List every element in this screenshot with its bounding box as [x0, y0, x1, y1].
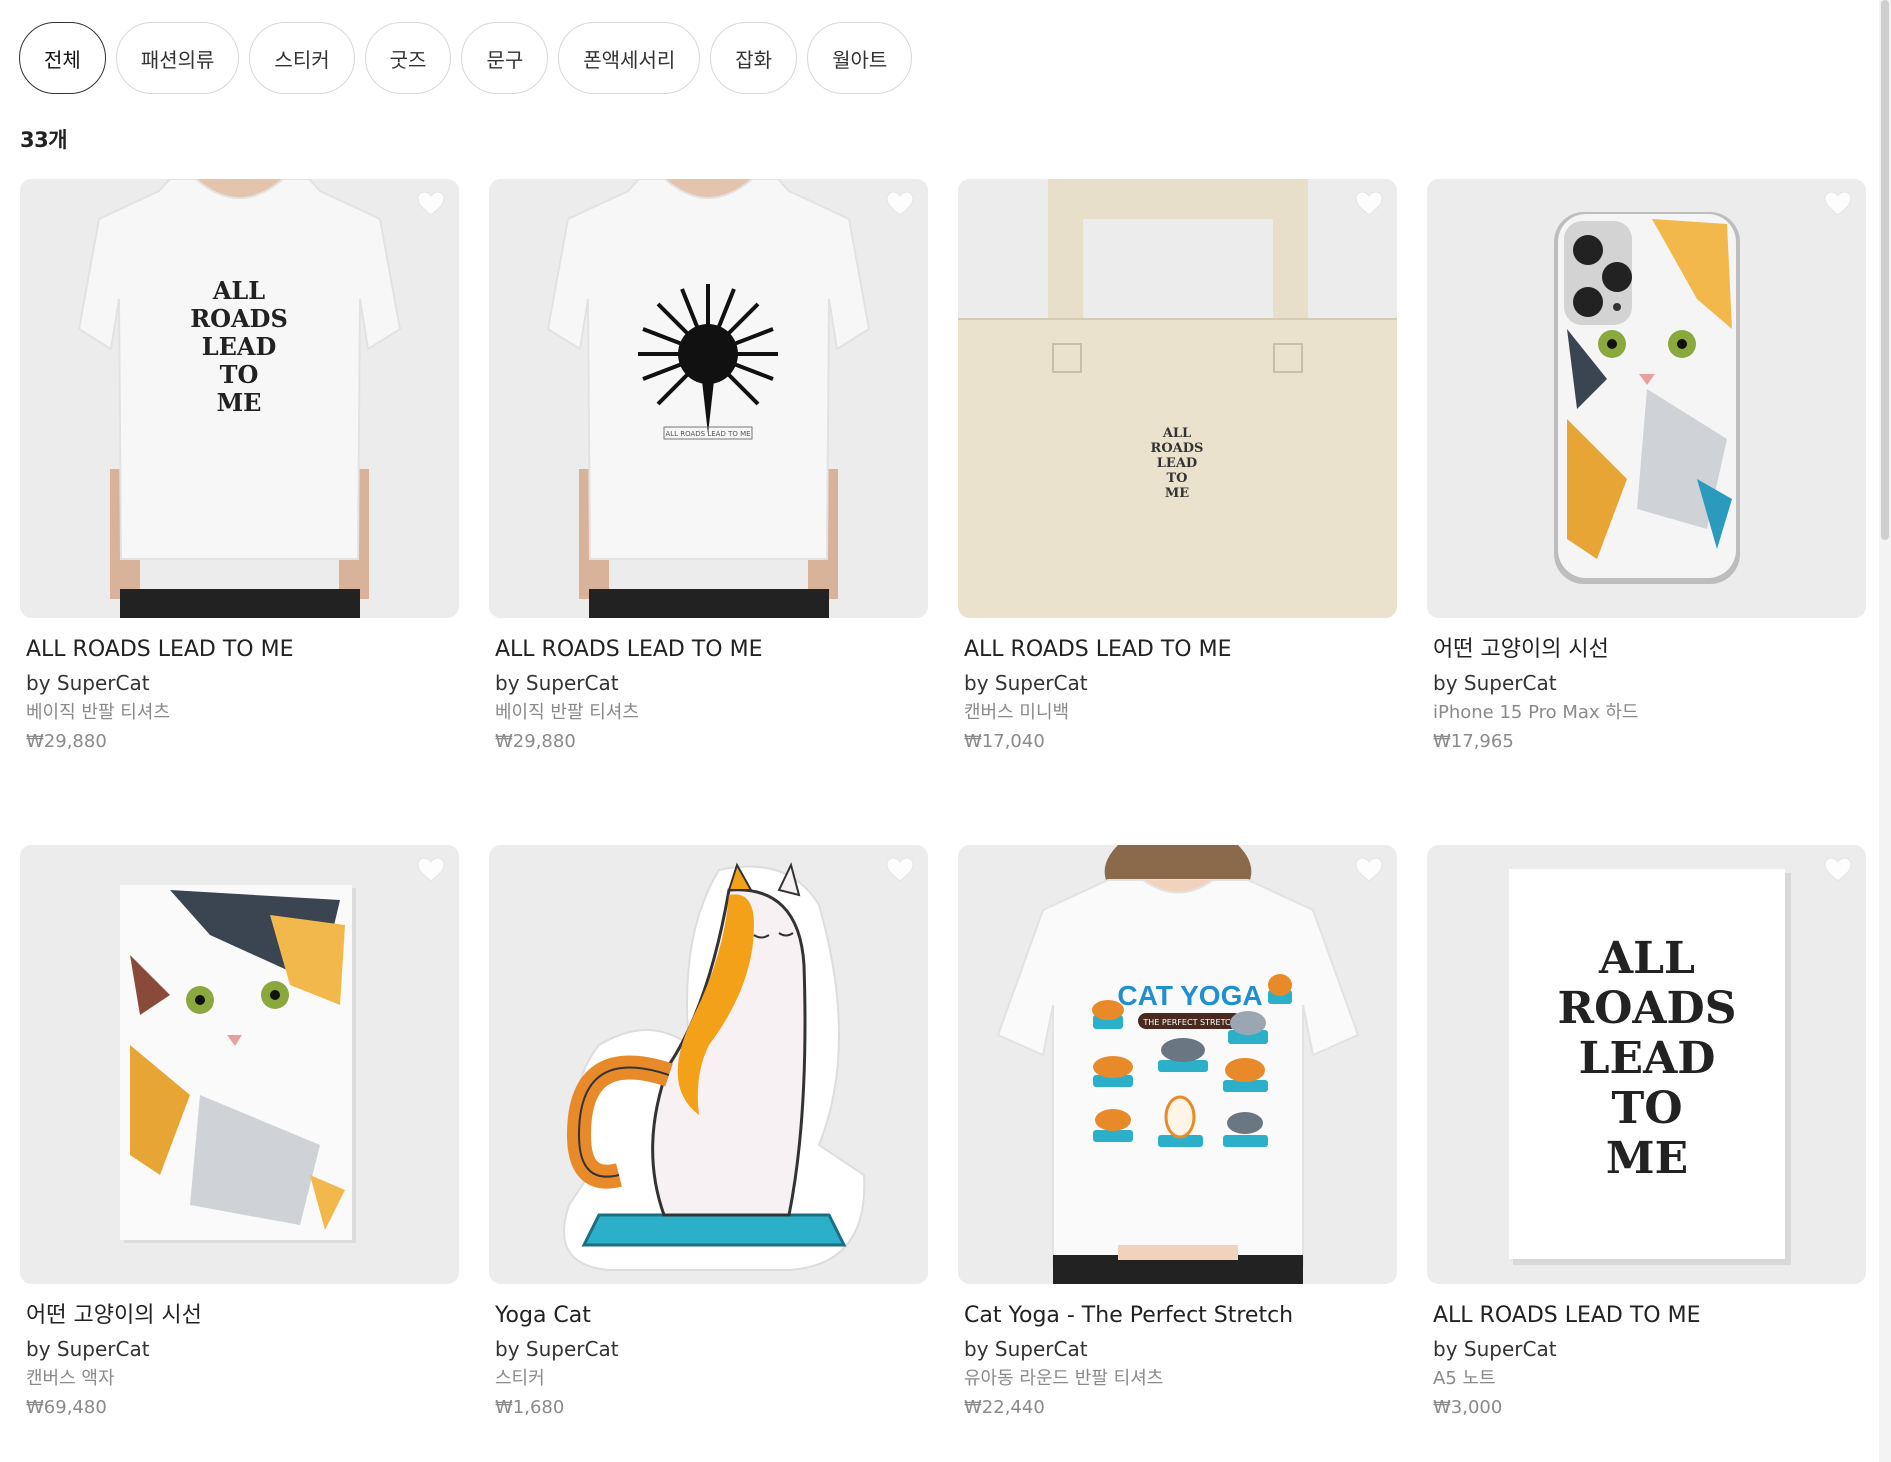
svg-text:ALL ROADS LEAD TO ME: ALL ROADS LEAD TO ME: [665, 430, 750, 438]
svg-text:ME: ME: [1606, 1133, 1688, 1184]
tshirt-image: ALL ROADS LEAD TO ME: [489, 179, 928, 618]
product-image-tshirt[interactable]: ALL ROADS LEAD TO ME: [489, 179, 928, 618]
product-seller[interactable]: by SuperCat: [964, 1333, 1391, 1365]
chip-stationery[interactable]: 문구: [461, 22, 549, 94]
svg-text:LEAD: LEAD: [202, 332, 277, 361]
chip-sticker[interactable]: 스티커: [249, 22, 355, 94]
product-grid: ALL ROADS LEAD TO ME ALL ROADS LEAD TO M…: [20, 179, 1866, 1462]
svg-text:TO: TO: [220, 360, 259, 389]
svg-text:ALL: ALL: [1162, 426, 1191, 441]
page-scrollbar[interactable]: [1879, 0, 1891, 1462]
svg-text:ME: ME: [1165, 486, 1189, 501]
svg-text:THE PERFECT STRETCH: THE PERFECT STRETCH: [1142, 1018, 1236, 1027]
chip-all[interactable]: 전체: [19, 22, 106, 94]
kids-tshirt-image: CAT YOGA THE PERFECT STRETCH: [958, 845, 1397, 1284]
category-filter-bar: 전체 패션의류 스티커 굿즈 문구 폰액세서리 잡화 월아트: [19, 22, 913, 94]
product-price: ₩1,680: [495, 1397, 565, 1418]
heart-icon[interactable]: [886, 191, 914, 217]
product-price: ₩29,880: [26, 731, 107, 752]
heart-icon[interactable]: [1824, 191, 1852, 217]
product-title[interactable]: ALL ROADS LEAD TO ME: [964, 635, 1391, 665]
svg-text:ROADS: ROADS: [190, 304, 288, 333]
product-title[interactable]: 어떤 고양이의 시선: [1433, 635, 1860, 665]
product-price: ₩69,480: [26, 1397, 107, 1418]
product-title[interactable]: ALL ROADS LEAD TO ME: [495, 635, 922, 665]
svg-text:LEAD: LEAD: [1579, 1033, 1716, 1084]
product-type: 캔버스 미니백: [964, 702, 1070, 723]
svg-text:ROADS: ROADS: [1151, 441, 1204, 456]
svg-text:TO: TO: [1611, 1083, 1682, 1134]
chip-fashion[interactable]: 패션의류: [115, 22, 240, 94]
product-price: ₩17,965: [1433, 731, 1514, 752]
svg-text:CAT YOGA: CAT YOGA: [1117, 980, 1262, 1011]
chip-wall-art[interactable]: 월아트: [807, 22, 913, 94]
product-title[interactable]: ALL ROADS LEAD TO ME: [1433, 1301, 1860, 1331]
product-card[interactable]: ALL ROADS LEAD TO ME ALL ROADS LEAD TO M…: [958, 179, 1397, 845]
heart-icon[interactable]: [1824, 857, 1852, 883]
product-image-kids-tshirt[interactable]: CAT YOGA THE PERFECT STRETCH: [958, 845, 1397, 1284]
chip-misc[interactable]: 잡화: [710, 22, 798, 94]
product-price: ₩22,440: [964, 1397, 1045, 1418]
svg-text:TO: TO: [1167, 471, 1188, 486]
svg-text:LEAD: LEAD: [1157, 456, 1197, 471]
product-title[interactable]: ALL ROADS LEAD TO ME: [26, 635, 453, 665]
product-image-notebook[interactable]: ALL ROADS LEAD TO ME: [1427, 845, 1866, 1284]
svg-text:ALL: ALL: [1598, 933, 1695, 984]
product-title[interactable]: Yoga Cat: [495, 1301, 922, 1331]
scrollbar-thumb[interactable]: [1881, 0, 1889, 540]
canvas-frame-image: [20, 845, 459, 1284]
svg-text:ME: ME: [217, 388, 262, 417]
product-type: 베이직 반팔 티셔츠: [495, 702, 639, 723]
product-card[interactable]: 어떤 고양이의 시선 by SuperCat iPhone 15 Pro Max…: [1427, 179, 1866, 845]
product-seller[interactable]: by SuperCat: [495, 667, 922, 699]
result-count: 33개: [20, 128, 68, 152]
product-image-phone-case[interactable]: [1427, 179, 1866, 618]
product-type: 스티커: [495, 1368, 545, 1389]
product-seller[interactable]: by SuperCat: [495, 1333, 922, 1365]
tote-bag-image: ALL ROADS LEAD TO ME: [958, 179, 1397, 618]
product-card[interactable]: ALL ROADS LEAD TO ME ALL ROADS LEAD TO M…: [489, 179, 928, 845]
product-card[interactable]: CAT YOGA THE PERFECT STRETCH Cat Yoga - …: [958, 845, 1397, 1462]
product-image-canvas[interactable]: [20, 845, 459, 1284]
product-seller[interactable]: by SuperCat: [1433, 667, 1860, 699]
sticker-image: [489, 845, 928, 1284]
product-seller[interactable]: by SuperCat: [26, 667, 453, 699]
notebook-image: ALL ROADS LEAD TO ME: [1427, 845, 1866, 1284]
product-card[interactable]: 어떤 고양이의 시선 by SuperCat 캔버스 액자 ₩69,480: [20, 845, 459, 1462]
tshirt-image: ALL ROADS LEAD TO ME: [20, 179, 459, 618]
product-image-tote-bag[interactable]: ALL ROADS LEAD TO ME: [958, 179, 1397, 618]
heart-icon[interactable]: [417, 191, 445, 217]
heart-icon[interactable]: [417, 857, 445, 883]
svg-text:ROADS: ROADS: [1558, 983, 1737, 1034]
product-type: 유아동 라운드 반팔 티셔츠: [964, 1368, 1164, 1389]
product-title[interactable]: Cat Yoga - The Perfect Stretch: [964, 1301, 1391, 1331]
product-seller[interactable]: by SuperCat: [26, 1333, 453, 1365]
heart-icon[interactable]: [1355, 191, 1383, 217]
chip-goods[interactable]: 굿즈: [364, 22, 452, 94]
product-price: ₩3,000: [1433, 1397, 1503, 1418]
product-seller[interactable]: by SuperCat: [964, 667, 1391, 699]
product-card[interactable]: ALL ROADS LEAD TO ME ALL ROADS LEAD TO M…: [1427, 845, 1866, 1462]
heart-icon[interactable]: [1355, 857, 1383, 883]
product-type: 베이직 반팔 티셔츠: [26, 702, 170, 723]
chip-phone-accessory[interactable]: 폰액세서리: [558, 22, 701, 94]
product-seller[interactable]: by SuperCat: [1433, 1333, 1860, 1365]
product-type: A5 노트: [1433, 1368, 1496, 1389]
svg-text:ALL: ALL: [212, 276, 265, 305]
phone-case-image: [1427, 179, 1866, 618]
product-image-tshirt[interactable]: ALL ROADS LEAD TO ME: [20, 179, 459, 618]
product-price: ₩17,040: [964, 731, 1045, 752]
product-title[interactable]: 어떤 고양이의 시선: [26, 1301, 453, 1331]
product-card[interactable]: ALL ROADS LEAD TO ME ALL ROADS LEAD TO M…: [20, 179, 459, 845]
product-card[interactable]: Yoga Cat by SuperCat 스티커 ₩1,680: [489, 845, 928, 1462]
product-type: 캔버스 액자: [26, 1368, 115, 1389]
product-type: iPhone 15 Pro Max 하드: [1433, 702, 1639, 723]
product-price: ₩29,880: [495, 731, 576, 752]
heart-icon[interactable]: [886, 857, 914, 883]
product-image-sticker[interactable]: [489, 845, 928, 1284]
